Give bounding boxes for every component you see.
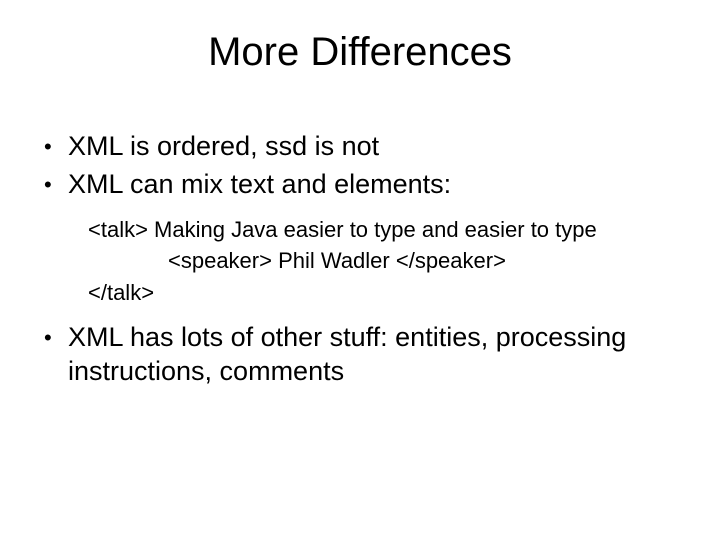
code-line: <talk> Making Java easier to type and ea… [88,214,680,246]
bullet-item: XML can mix text and elements: [40,168,680,202]
slide-title: More Differences [0,30,720,75]
bullet-text: XML is ordered, ssd is not [68,131,379,161]
code-line: <speaker> Phil Wadler </speaker> [88,245,680,277]
bullet-item: XML has lots of other stuff: entities, p… [40,321,680,389]
bullet-item: XML is ordered, ssd is not [40,130,680,164]
code-line: </talk> [88,277,680,309]
bullet-text: XML has lots of other stuff: entities, p… [68,322,626,386]
code-block: <talk> Making Java easier to type and ea… [88,214,680,310]
bullet-text: XML can mix text and elements: [68,169,451,199]
slide: More Differences XML is ordered, ssd is … [0,0,720,540]
slide-body: XML is ordered, ssd is not XML can mix t… [40,130,680,393]
